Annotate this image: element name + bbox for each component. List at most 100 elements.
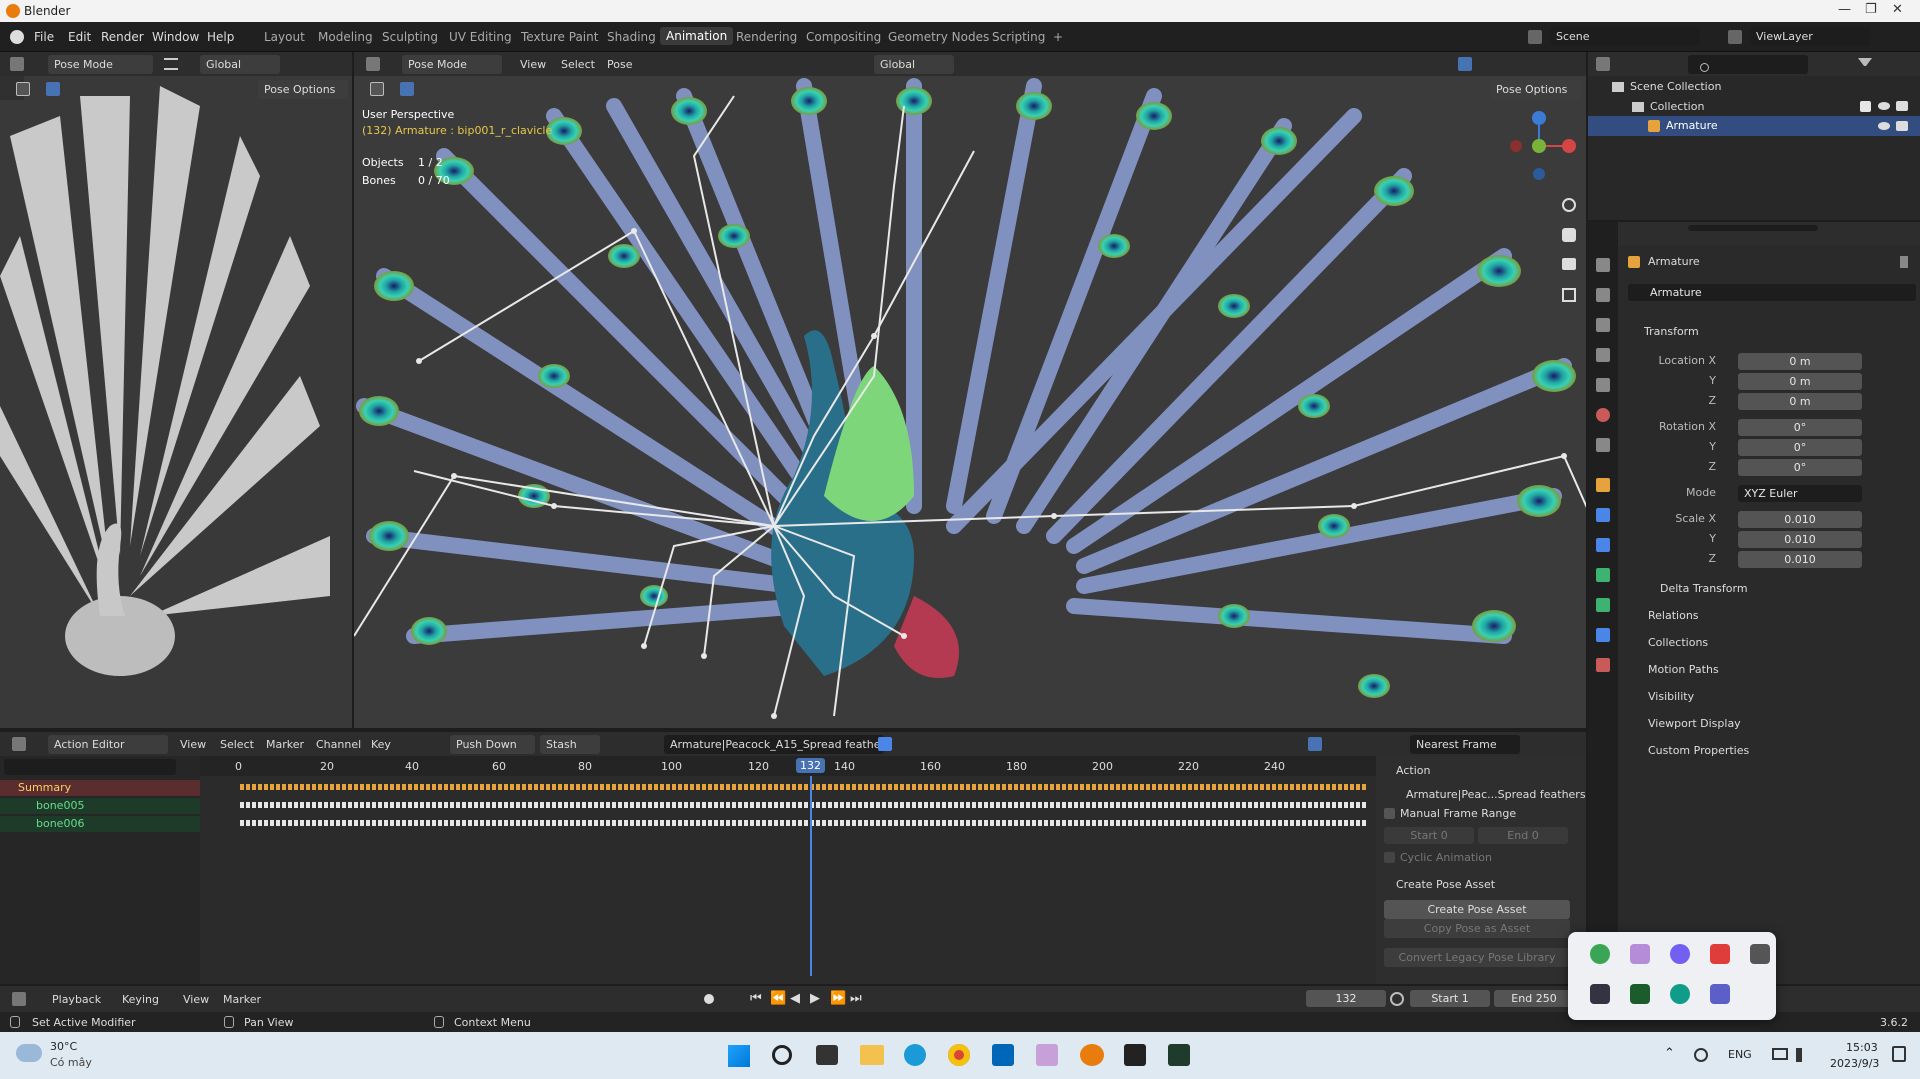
timeline-editor-icon[interactable] — [12, 992, 26, 1006]
tray-app-green-icon[interactable] — [1590, 944, 1610, 964]
editor-type-icon[interactable] — [1596, 57, 1610, 71]
tray-nvidia-icon[interactable] — [1630, 984, 1650, 1004]
tray-teams-icon[interactable] — [1710, 984, 1730, 1004]
blender-taskbar-icon[interactable] — [1080, 1044, 1104, 1066]
menu-view[interactable]: View — [520, 58, 546, 71]
terminal-taskbar-icon[interactable] — [1124, 1044, 1146, 1066]
menu-edit[interactable]: Edit — [68, 30, 91, 44]
weather-cloud-icon[interactable] — [16, 1044, 42, 1062]
tray-monitor-icon[interactable] — [1750, 944, 1770, 964]
timeline-menu-view[interactable]: View — [183, 993, 209, 1006]
scene-tab-icon[interactable] — [1596, 378, 1610, 392]
clock-time[interactable]: 15:03 — [1846, 1041, 1878, 1054]
copy-pose-asset-button[interactable]: Copy Pose as Asset — [1384, 919, 1570, 938]
render-tab-icon[interactable] — [1596, 288, 1610, 302]
left-orientation-dropdown[interactable]: Global — [200, 55, 280, 74]
pose-asset-panel-header[interactable]: Create Pose Asset — [1396, 878, 1495, 891]
collections-panel[interactable]: Collections — [1648, 636, 1708, 649]
action-panel-header[interactable]: Action — [1396, 764, 1430, 777]
ae-menu-key[interactable]: Key — [371, 738, 391, 751]
editor-type-icon[interactable] — [366, 57, 380, 71]
chrome-browser-icon[interactable] — [948, 1044, 970, 1066]
cyclic-checkbox[interactable] — [1384, 852, 1395, 863]
visibility-panel[interactable]: Visibility — [1648, 690, 1694, 703]
menu-pose[interactable]: Pose — [607, 58, 632, 71]
next-keyframe-icon[interactable]: ⏩ — [830, 991, 846, 1006]
relations-panel[interactable]: Relations — [1648, 609, 1699, 622]
timeline-menu-keying[interactable]: Keying — [122, 993, 159, 1006]
rotation-z-field[interactable]: 0° — [1738, 459, 1862, 476]
location-y-field[interactable]: 0 m — [1738, 373, 1862, 390]
outliner-collection[interactable]: Collection — [1650, 100, 1704, 113]
tab-animation[interactable]: Animation — [660, 27, 734, 45]
rotation-mode-dropdown[interactable]: XYZ Euler — [1738, 485, 1862, 502]
output-tab-icon[interactable] — [1596, 318, 1610, 332]
rotation-y-field[interactable]: 0° — [1738, 439, 1862, 456]
left-pose-options-button[interactable]: Pose Options — [258, 80, 348, 99]
view-layer-tab-icon[interactable] — [1596, 348, 1610, 362]
render-camera-icon[interactable] — [1896, 121, 1908, 131]
input-language[interactable]: ENG — [1728, 1048, 1752, 1061]
world-tab-icon[interactable] — [1596, 408, 1610, 422]
rotation-x-field[interactable]: 0° — [1738, 419, 1862, 436]
action-selector[interactable]: Armature|Peacock_A15_Spread feathers — [664, 735, 891, 754]
tab-sculpting[interactable]: Sculpting — [382, 30, 438, 44]
menu-file[interactable]: File — [34, 30, 54, 44]
tab-compositing[interactable]: Compositing — [806, 30, 881, 44]
modifier-tab-icon[interactable] — [1596, 508, 1610, 522]
task-view-icon[interactable] — [816, 1045, 838, 1065]
editor-type-icon[interactable] — [12, 737, 26, 751]
app-grid-icon[interactable] — [1036, 1044, 1058, 1066]
custom-properties-panel[interactable]: Custom Properties — [1648, 744, 1749, 757]
maximize-button[interactable]: ❐ — [1865, 2, 1877, 17]
summary-channel[interactable]: Summary — [0, 780, 200, 796]
pin-icon[interactable] — [1900, 256, 1908, 268]
collection-checkbox[interactable] — [1860, 101, 1871, 112]
ae-menu-view[interactable]: View — [180, 738, 206, 751]
file-explorer-icon[interactable] — [860, 1045, 884, 1065]
outliner-search-input[interactable] — [1688, 55, 1808, 74]
play-icon[interactable]: ▶ — [810, 991, 820, 1006]
location-x-field[interactable]: 0 m — [1738, 353, 1862, 370]
pan-hand-icon[interactable] — [1562, 228, 1576, 242]
weather-desc[interactable]: Có mây — [50, 1056, 92, 1069]
display-icon[interactable] — [1772, 1048, 1788, 1060]
edge-browser-icon[interactable] — [904, 1044, 926, 1066]
camera-icon[interactable] — [1562, 258, 1576, 270]
left-viewport[interactable]: Pose Options — [0, 76, 352, 728]
tab-modeling[interactable]: Modeling — [318, 30, 373, 44]
gpu-app-taskbar-icon[interactable] — [1168, 1044, 1190, 1066]
zoom-icon[interactable] — [1562, 198, 1576, 212]
main-viewport[interactable]: Pose Options User Perspective (132) Arma… — [354, 76, 1586, 728]
tab-shading[interactable]: Shading — [607, 30, 656, 44]
ms-store-icon[interactable] — [992, 1044, 1014, 1066]
tab-geometry-nodes[interactable]: Geometry Nodes — [888, 30, 989, 44]
tray-pen-icon[interactable] — [1630, 944, 1650, 964]
record-icon[interactable] — [704, 994, 714, 1004]
notification-icon[interactable] — [1892, 1046, 1906, 1062]
end-frame-field[interactable]: End 250 — [1494, 990, 1574, 1007]
tray-edge-icon[interactable] — [1670, 984, 1690, 1004]
tool-tab-icon[interactable] — [1596, 258, 1610, 272]
ae-menu-channel[interactable]: Channel — [316, 738, 361, 751]
channel-bone005[interactable]: bone005 — [0, 798, 200, 814]
navigation-gizmo[interactable] — [1494, 106, 1584, 186]
scale-y-field[interactable]: 0.010 — [1738, 531, 1862, 548]
clock-date[interactable]: 2023/9/3 — [1830, 1057, 1879, 1070]
convert-legacy-button[interactable]: Convert Legacy Pose Library — [1384, 948, 1570, 967]
manual-range-checkbox[interactable] — [1384, 808, 1395, 819]
scale-z-field[interactable]: 0.010 — [1738, 551, 1862, 568]
outliner-scene-collection[interactable]: Scene Collection — [1630, 80, 1721, 93]
close-button[interactable]: ✕ — [1892, 2, 1903, 17]
action-start-field[interactable]: Start 0 — [1384, 827, 1474, 844]
blender-menu-icon[interactable] — [10, 30, 24, 44]
object-tab-icon[interactable] — [1596, 478, 1610, 492]
bone-tab-icon[interactable] — [1596, 598, 1610, 612]
object-name-field[interactable]: Armature — [1628, 284, 1916, 301]
visibility-eye-icon[interactable] — [1878, 122, 1890, 130]
menu-render[interactable]: Render — [101, 30, 144, 44]
select-box-mode-icon[interactable] — [46, 82, 60, 96]
menu-help[interactable]: Help — [207, 30, 234, 44]
bone005-keyframes[interactable] — [240, 802, 1366, 808]
tray-red-app-icon[interactable] — [1710, 944, 1730, 964]
